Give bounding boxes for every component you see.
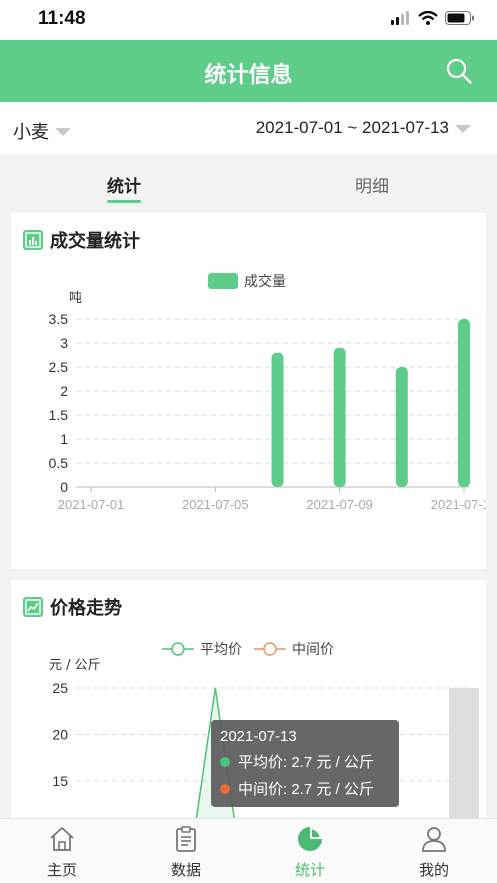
y-tick-label: 3.5 — [49, 311, 69, 327]
tooltip-row-mid: 中间价: 2.7 元 / 公斤 — [220, 778, 390, 799]
y-tick-label: 1 — [60, 431, 68, 447]
nav-label-stats: 统计 — [294, 861, 325, 879]
volume-card: 成交量统计 成交量 吨 0 0.5 1 1.5 2 2.5 3 3.5 2021-07-01 20… — [11, 213, 486, 569]
y-tick-label: 1.5 — [49, 407, 69, 423]
tooltip-dot-avg — [220, 756, 230, 767]
signal-icon — [391, 11, 409, 25]
nav-label-data: 数据 — [170, 861, 201, 879]
y-tick-label: 25 — [52, 680, 68, 696]
status-time: 11:48 — [38, 8, 86, 29]
date-range-select[interactable]: 2021-07-01 ~ 2021-07-13 — [256, 118, 471, 138]
page-title: 统计信息 — [204, 63, 293, 88]
y-tick-label: 2.5 — [49, 359, 69, 375]
nav-item-stats[interactable]: 统计 — [248, 819, 372, 883]
y-tick-label: 20 — [52, 727, 68, 743]
search-icon[interactable] — [445, 57, 473, 85]
crop-select-value: 小麦 — [13, 122, 49, 143]
y-tick-label: 15 — [52, 773, 68, 789]
status-bar: 11:48 — [0, 0, 497, 40]
chevron-down-icon — [455, 125, 471, 133]
volume-bar — [271, 352, 284, 487]
tooltip-dot-mid — [220, 783, 230, 794]
crop-select[interactable]: 小麦 — [13, 118, 71, 144]
status-icons — [391, 11, 475, 25]
x-tick-label: 2021-07-01 — [58, 497, 125, 512]
volume-chart: 0 0.5 1 1.5 2 2.5 3 3.5 2021-07-01 2021-07-05 2021… — [49, 311, 486, 512]
volume-bar — [333, 347, 346, 487]
tooltip-mid-value: 中间价: 2.7 元 / 公斤 — [238, 781, 374, 798]
y-tick-label: 0.5 — [49, 455, 69, 471]
x-tick-label: 2021-07-05 — [182, 497, 249, 512]
y-tick-label: 3 — [60, 335, 68, 351]
volume-bar — [395, 367, 408, 487]
battery-icon — [445, 11, 474, 25]
nav-label-home: 主页 — [46, 861, 77, 879]
tooltip-avg-value: 平均价: 2.7 元 / 公斤 — [238, 754, 374, 771]
active-tab-indicator — [107, 200, 141, 203]
nav-item-me[interactable]: 我的 — [372, 819, 496, 883]
pie-chart-icon — [298, 827, 322, 851]
nav-item-data[interactable]: 数据 — [124, 819, 248, 883]
tooltip-row-avg: 平均价: 2.7 元 / 公斤 — [220, 751, 390, 772]
clipboard-icon — [176, 826, 196, 852]
tab-statistics[interactable]: 统计 — [107, 172, 141, 197]
x-tick-label: 2021-07-13 — [431, 497, 486, 512]
tab-bar: 统计 明细 — [0, 160, 497, 208]
home-icon — [50, 827, 74, 851]
user-icon — [422, 827, 446, 852]
price-tooltip: 2021-07-13 平均价: 2.7 元 / 公斤 中间价: 2.7 元 / … — [211, 720, 399, 807]
filter-bar: 小麦 2021-07-01 ~ 2021-07-13 — [0, 102, 497, 154]
nav-item-home[interactable]: 主页 — [0, 819, 124, 883]
y-tick-label: 0 — [60, 479, 68, 495]
wifi-icon — [418, 11, 438, 25]
nav-label-me: 我的 — [418, 861, 449, 879]
tooltip-date: 2021-07-13 — [220, 728, 297, 745]
y-tick-label: 2 — [60, 383, 68, 399]
hover-highlight-band — [449, 688, 479, 820]
tab-details[interactable]: 明细 — [355, 172, 389, 197]
volume-bar — [458, 319, 470, 487]
chevron-down-icon — [55, 128, 71, 136]
date-range-value: 2021-07-01 ~ 2021-07-13 — [255, 118, 449, 137]
bottom-nav: 主页 数据 统计 我的 — [0, 818, 497, 883]
x-tick-label: 2021-07-09 — [306, 497, 373, 512]
app-header: 统计信息 — [0, 40, 497, 102]
